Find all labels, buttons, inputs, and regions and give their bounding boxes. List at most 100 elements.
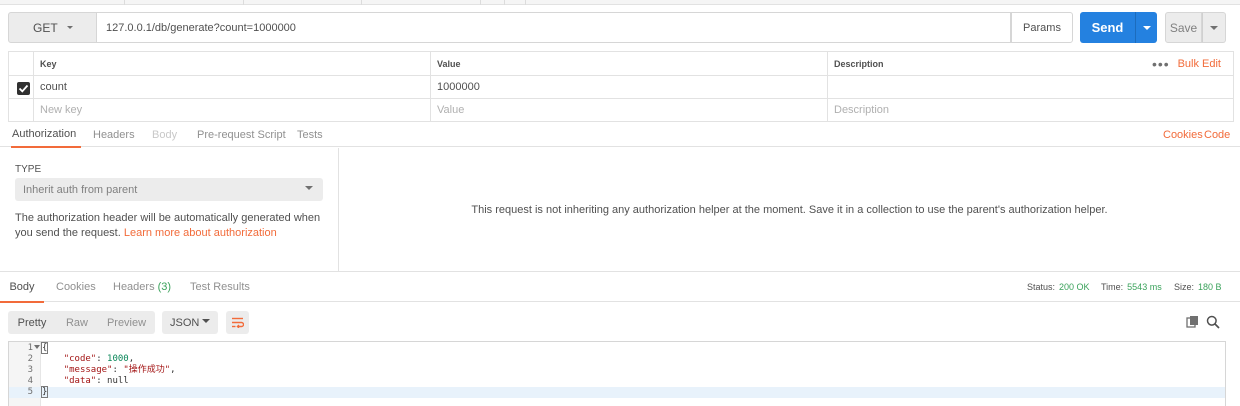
code-line: 1 {	[9, 342, 1225, 354]
save-button[interactable]: Save	[1165, 12, 1202, 43]
status-value: 200 OK	[1059, 282, 1090, 292]
tab-divider	[124, 0, 125, 5]
send-button[interactable]: Send	[1080, 12, 1135, 43]
description-header-label: Description	[834, 58, 884, 69]
tab-response-body-label: Body	[9, 280, 35, 293]
json-null: null	[107, 376, 129, 386]
code-text: "data": null	[63, 376, 129, 386]
tab-response-headers[interactable]: Headers (3)	[113, 272, 171, 302]
json-key: "code"	[63, 354, 97, 364]
preview-button[interactable]: Preview	[98, 311, 155, 334]
more-options-icon[interactable]: •••	[1152, 52, 1170, 75]
param-description-cell[interactable]	[827, 76, 1233, 98]
tab-divider	[480, 0, 481, 5]
param-enabled-checkbox[interactable]	[17, 82, 30, 95]
new-param-row: New key Value Description	[9, 99, 1233, 121]
key-header-label: Key	[40, 58, 57, 69]
params-button[interactable]: Params	[1011, 12, 1073, 43]
tab-headers[interactable]: Headers	[93, 122, 135, 147]
param-key-cell[interactable]: count	[33, 76, 430, 98]
auth-message: This request is not inheriting any autho…	[339, 148, 1240, 271]
copy-icon[interactable]	[1186, 315, 1200, 329]
value-header-label: Value	[437, 58, 461, 69]
auth-type-select[interactable]: Inherit auth from parent	[15, 178, 323, 201]
auth-type-value: Inherit auth from parent	[23, 183, 138, 196]
line-number: 3	[27, 365, 33, 375]
size-label: Size:	[1174, 282, 1195, 292]
new-description-input[interactable]: Description	[827, 99, 1233, 121]
method-label: GET	[33, 20, 58, 35]
code-text: "code": 1000,	[63, 354, 135, 364]
table-row: count 1000000	[9, 76, 1233, 99]
time-label: Time:	[1101, 282, 1124, 292]
value-header: Value	[430, 52, 827, 75]
line-number: 4	[27, 376, 33, 386]
new-key-input[interactable]: New key	[33, 99, 430, 121]
code-link[interactable]: Code	[1204, 122, 1230, 147]
new-value-placeholder: Value	[437, 104, 465, 116]
json-key: "data"	[63, 376, 97, 386]
bulk-edit-link[interactable]: Bulk Edit	[1178, 52, 1221, 75]
auth-type-panel: TYPE Inherit auth from parent The author…	[0, 148, 339, 271]
format-value: JSON	[170, 316, 200, 329]
request-tabs: Authorization Headers Body Pre-request S…	[0, 122, 1240, 148]
code-line: 4 "data": null	[9, 376, 1225, 387]
learn-more-link[interactable]: Learn more about authorization	[124, 227, 277, 239]
raw-button[interactable]: Raw	[56, 311, 98, 334]
tab-response-headers-label: Headers	[113, 281, 155, 293]
method-select[interactable]: GET	[8, 12, 97, 43]
save-options-button[interactable]	[1202, 12, 1226, 43]
chevron-down-icon	[1142, 25, 1151, 30]
key-header: Key	[33, 52, 430, 75]
response-size: Size: 180 B	[1174, 272, 1222, 302]
tab-divider	[361, 0, 362, 5]
new-description-placeholder: Description	[834, 104, 890, 116]
request-tab-strip	[0, 0, 1240, 5]
new-key-placeholder: New key	[40, 104, 83, 116]
line-number: 5	[27, 387, 33, 397]
chevron-down-icon	[1210, 25, 1218, 30]
code-text: "message": "操作成功",	[63, 365, 176, 375]
json-number: 1000	[107, 354, 129, 364]
json-key: "message"	[63, 365, 113, 375]
param-value-cell[interactable]: 1000000	[430, 76, 827, 98]
tab-response-body[interactable]: Body	[0, 272, 44, 303]
tab-authorization-label: Authorization	[12, 128, 77, 140]
open-brace: {	[40, 342, 49, 354]
code-line: 5 }	[9, 386, 1225, 398]
param-value: 1000000	[437, 81, 480, 93]
tab-body[interactable]: Body	[152, 122, 177, 147]
tab-tests[interactable]: Tests	[297, 122, 323, 147]
new-value-input[interactable]: Value	[430, 99, 827, 121]
time-value: 5543 ms	[1127, 282, 1162, 292]
format-select[interactable]: JSON	[162, 311, 218, 334]
search-icon[interactable]	[1206, 315, 1220, 329]
tab-response-cookies[interactable]: Cookies	[56, 272, 96, 302]
cookies-link[interactable]: Cookies	[1163, 122, 1203, 147]
auth-note: The authorization header will be automat…	[15, 211, 325, 240]
tab-authorization[interactable]: Authorization	[11, 122, 81, 148]
code-line: 3 "message": "操作成功",	[9, 365, 1225, 376]
fold-arrow-icon[interactable]	[34, 345, 40, 350]
response-body-editor[interactable]: 1 { 2 "code": 1000, 3 "message": "操作成功",…	[8, 341, 1226, 406]
line-number: 2	[27, 354, 33, 364]
tab-divider	[504, 0, 505, 5]
tab-pre-request-script[interactable]: Pre-request Script	[197, 122, 286, 147]
chevron-down-icon	[67, 26, 73, 29]
url-input[interactable]: 127.0.0.1/db/generate?count=1000000	[97, 12, 1011, 43]
params-table: Key Value Description ••• Bulk Edit coun…	[8, 51, 1234, 122]
wrap-lines-button[interactable]	[226, 311, 249, 334]
check-icon	[18, 84, 29, 93]
auth-type-label: TYPE	[15, 164, 42, 175]
headers-count-badge: (3)	[157, 281, 172, 293]
param-key: count	[40, 81, 67, 93]
send-options-button[interactable]	[1135, 12, 1157, 43]
tab-test-results[interactable]: Test Results	[190, 272, 250, 302]
params-header-row: Key Value Description ••• Bulk Edit	[9, 52, 1233, 76]
json-string: "操作成功"	[123, 365, 171, 375]
response-status: Status: 200 OK	[1027, 272, 1090, 302]
tab-divider	[525, 0, 526, 5]
pretty-button[interactable]: Pretty	[8, 311, 56, 334]
response-time: Time: 5543 ms	[1101, 272, 1162, 302]
status-label: Status:	[1027, 282, 1056, 292]
